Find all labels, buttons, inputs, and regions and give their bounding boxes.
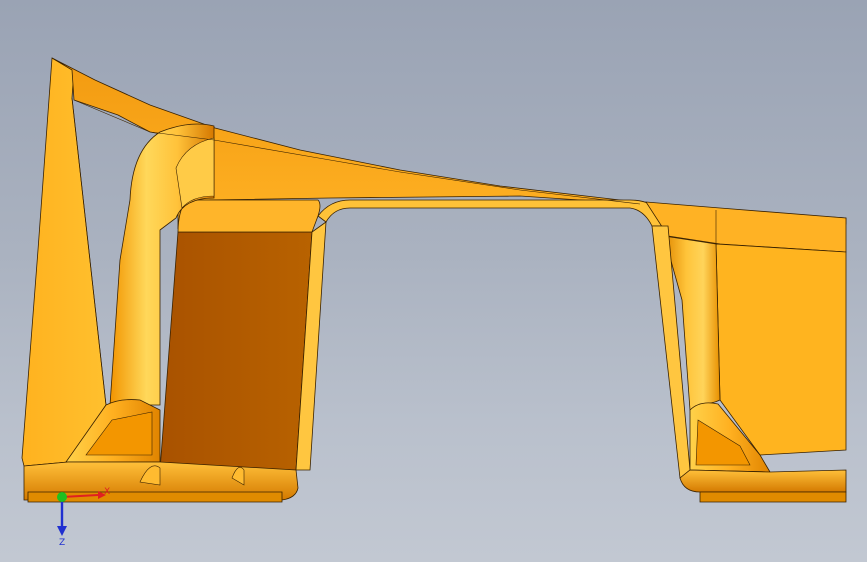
x-axis-arrow xyxy=(61,494,99,498)
z-axis-label: Z xyxy=(59,538,65,548)
x-axis-label: X xyxy=(104,487,110,497)
y-axis-origin-dot xyxy=(57,492,67,502)
z-axis-arrowhead xyxy=(57,526,67,536)
coordinate-triad[interactable]: X Z xyxy=(0,0,867,562)
graphics-viewport[interactable]: X Z xyxy=(0,0,867,562)
